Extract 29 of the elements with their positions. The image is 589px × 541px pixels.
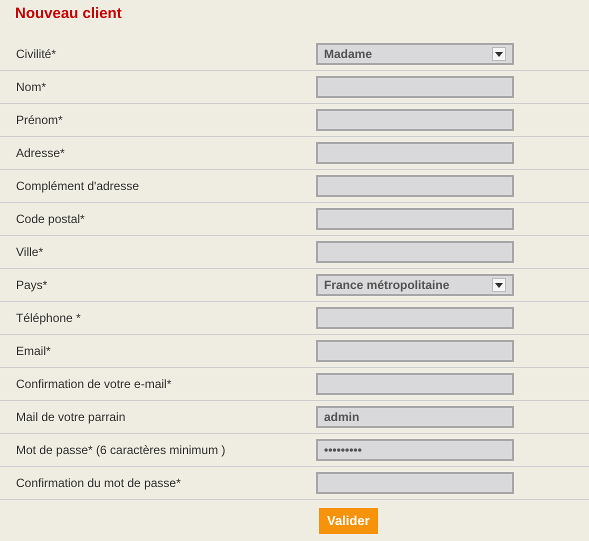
field-label: Pays* (15, 277, 48, 294)
field-label: Confirmation de votre e-mail* (15, 376, 172, 393)
field-label: Mot de passe* (6 caractères minimum ) (15, 442, 226, 459)
password-field[interactable] (316, 472, 514, 494)
input-field[interactable] (316, 76, 514, 98)
form-title: Nouveau client (15, 4, 123, 24)
input-field[interactable] (316, 307, 514, 329)
field-label: Nom* (15, 79, 48, 96)
field-label: Téléphone * (15, 310, 82, 327)
input-field[interactable] (316, 208, 514, 230)
input-field[interactable]: admin (316, 406, 514, 428)
field-label: Complément d'adresse (15, 178, 140, 195)
field-label: Confirmation du mot de passe* (15, 475, 182, 492)
input-field[interactable] (316, 109, 514, 131)
field-label: Adresse* (15, 145, 66, 162)
input-field[interactable] (316, 175, 514, 197)
password-field[interactable]: ••••••••• (316, 439, 514, 461)
field-label: Email* (15, 343, 52, 360)
field-label: Code postal* (15, 211, 86, 228)
select-field[interactable]: Madame (316, 43, 514, 65)
input-field[interactable] (316, 373, 514, 395)
field-label: Ville* (15, 244, 44, 261)
select-field[interactable]: France métropolitaine (316, 274, 514, 296)
field-label: Mail de votre parrain (15, 409, 126, 426)
field-label: Civilité* (15, 46, 58, 63)
input-field[interactable] (316, 241, 514, 263)
field-label: Prénom* (15, 112, 64, 129)
input-field[interactable] (316, 142, 514, 164)
input-field[interactable] (316, 340, 514, 362)
